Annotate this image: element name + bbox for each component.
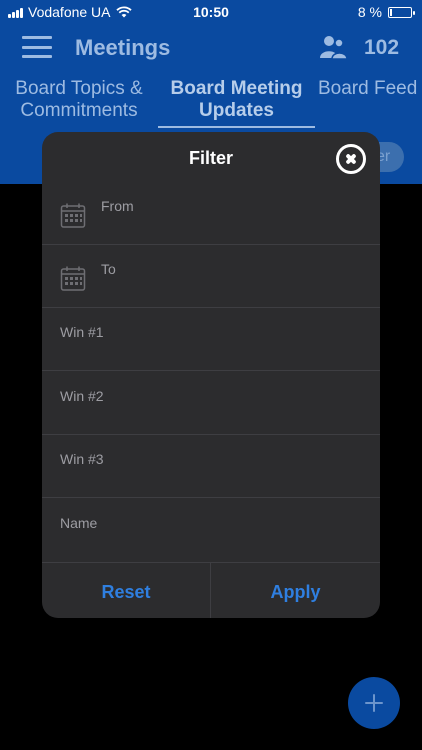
- dialog-actions: Reset Apply: [42, 562, 380, 618]
- status-bar: Vodafone UA 10:50 8 %: [0, 0, 422, 24]
- battery-percent: 8 %: [357, 4, 382, 20]
- name-label: Name: [60, 515, 98, 531]
- filter-dialog: Filter From To Win #1 Win #2 Win #3 Name: [42, 132, 380, 618]
- users-icon[interactable]: [318, 34, 348, 60]
- dialog-title: Filter: [188, 148, 233, 168]
- win3-field[interactable]: Win #3: [42, 435, 380, 498]
- to-label: To: [101, 261, 116, 277]
- tab-bar: Board Topics & Commitments Board Meeting…: [0, 76, 422, 132]
- win1-label: Win #1: [60, 324, 104, 340]
- name-field[interactable]: Name: [42, 499, 380, 562]
- tab-selected-indicator: [158, 126, 315, 128]
- page-title: Meetings: [75, 35, 171, 60]
- tab-board-topics[interactable]: Board Topics & Commitments: [8, 78, 150, 122]
- win2-label: Win #2: [60, 388, 104, 404]
- add-button[interactable]: [348, 677, 400, 729]
- status-right: 8 %: [357, 4, 415, 20]
- win1-field[interactable]: Win #1: [42, 308, 380, 371]
- reset-button[interactable]: Reset: [42, 563, 211, 618]
- tab-board-meeting-updates[interactable]: Board Meeting Updates: [158, 78, 315, 122]
- user-count: 102: [364, 36, 400, 59]
- apply-button[interactable]: Apply: [211, 563, 380, 618]
- to-date-field[interactable]: To: [42, 245, 380, 308]
- close-icon[interactable]: [336, 144, 366, 174]
- battery-icon: [388, 6, 415, 18]
- from-label: From: [101, 198, 134, 214]
- battery-level: [390, 8, 392, 16]
- calendar-icon: [60, 266, 86, 291]
- menu-icon[interactable]: [22, 36, 52, 58]
- from-date-field[interactable]: From: [42, 182, 380, 245]
- tab-board-feed[interactable]: Board Feed: [318, 78, 422, 100]
- win3-label: Win #3: [60, 451, 104, 467]
- win2-field[interactable]: Win #2: [42, 372, 380, 435]
- calendar-icon: [60, 203, 86, 228]
